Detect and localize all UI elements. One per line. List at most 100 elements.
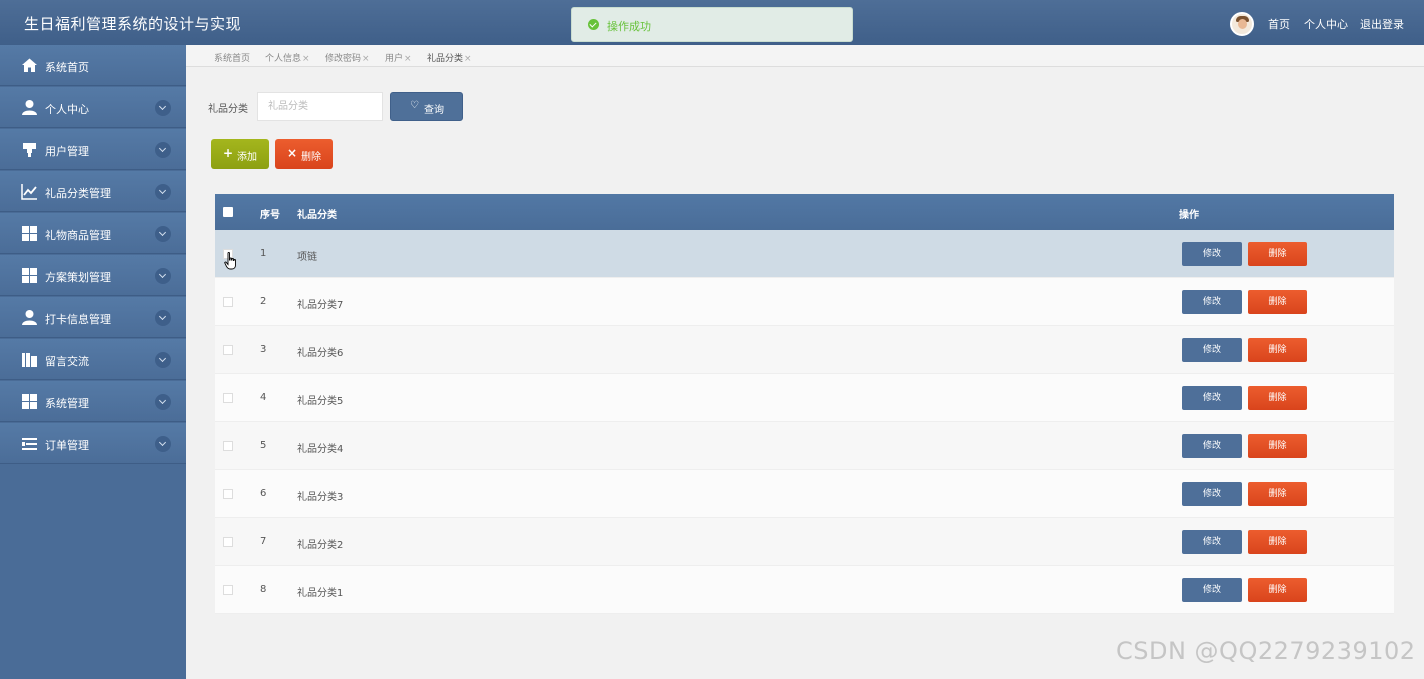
table-row: 3 礼品分类6 修改 删除 [215, 326, 1394, 374]
sidebar: 系统首页 个人中心 用户管理 礼品分类管理 礼物商品管理 方案策划管理 打卡信息… [0, 45, 186, 679]
search-input[interactable] [257, 92, 383, 121]
close-icon[interactable]: × [464, 54, 472, 64]
tab-personal-info[interactable]: 个人信息× [265, 51, 310, 64]
row-index: 7 [260, 536, 267, 547]
close-icon[interactable]: × [362, 54, 370, 64]
nav-profile-link[interactable]: 个人中心 [1304, 16, 1348, 32]
sidebar-item-home[interactable]: 系统首页 [0, 45, 186, 86]
select-all-checkbox[interactable] [223, 207, 233, 217]
tab-gift-category[interactable]: 礼品分类× [427, 51, 472, 64]
chevron-down-icon [155, 394, 171, 410]
sidebar-item-label: 系统首页 [45, 61, 89, 74]
row-index: 5 [260, 440, 267, 451]
delete-button[interactable]: 删除 [1248, 242, 1307, 266]
edit-button[interactable]: 修改 [1182, 242, 1242, 266]
avatar[interactable] [1230, 12, 1254, 36]
batch-delete-button-label: 删除 [301, 152, 321, 163]
nav-home-link[interactable]: 首页 [1268, 16, 1290, 32]
grid-icon [21, 267, 38, 284]
plus-icon: + [223, 146, 234, 160]
sidebar-item-label: 用户管理 [45, 145, 89, 158]
row-checkbox[interactable] [223, 393, 233, 403]
app-title: 生日福利管理系统的设计与实现 [24, 15, 242, 33]
row-checkbox[interactable] [223, 345, 233, 355]
table-row: 4 礼品分类5 修改 删除 [215, 374, 1394, 422]
delete-button[interactable]: 删除 [1248, 530, 1307, 554]
edit-button[interactable]: 修改 [1182, 530, 1242, 554]
row-category: 礼品分类5 [297, 396, 344, 407]
delete-button[interactable]: 删除 [1248, 290, 1307, 314]
row-index: 2 [260, 296, 267, 307]
sidebar-item-gift-category[interactable]: 礼品分类管理 [0, 171, 186, 212]
sidebar-item-checkin[interactable]: 打卡信息管理 [0, 297, 186, 338]
query-button[interactable]: ♡ 查询 [390, 92, 463, 121]
chevron-down-icon [155, 310, 171, 326]
grid-icon [21, 225, 38, 242]
batch-delete-button[interactable]: × 删除 [275, 139, 333, 169]
avatar-face [1238, 19, 1247, 29]
nav-logout-link[interactable]: 退出登录 [1360, 16, 1404, 32]
chevron-down-icon [155, 100, 171, 116]
table-row: 2 礼品分类7 修改 删除 [215, 278, 1394, 326]
sidebar-item-profile[interactable]: 个人中心 [0, 87, 186, 128]
row-checkbox[interactable] [223, 297, 233, 307]
row-category: 礼品分类3 [297, 492, 344, 503]
tab-label: 系统首页 [214, 54, 251, 64]
edit-button[interactable]: 修改 [1182, 578, 1242, 602]
delete-button[interactable]: 删除 [1248, 434, 1307, 458]
edit-button[interactable]: 修改 [1182, 386, 1242, 410]
delete-button[interactable]: 删除 [1248, 482, 1307, 506]
table-row: 7 礼品分类2 修改 删除 [215, 518, 1394, 566]
watermark: CSDN @QQ2279239102 [1116, 637, 1416, 665]
chevron-down-icon [155, 268, 171, 284]
sidebar-item-system[interactable]: 系统管理 [0, 381, 186, 422]
query-button-label: 查询 [424, 105, 444, 116]
column-header-index: 序号 [260, 210, 280, 221]
sidebar-item-label: 留言交流 [45, 355, 89, 368]
tab-label: 用户 [385, 54, 404, 64]
delete-button[interactable]: 删除 [1248, 338, 1307, 362]
tab-change-password[interactable]: 修改密码× [325, 51, 370, 64]
row-category: 礼品分类6 [297, 348, 344, 359]
row-index: 8 [260, 584, 267, 595]
row-checkbox[interactable] [223, 585, 233, 595]
sidebar-item-users[interactable]: 用户管理 [0, 129, 186, 170]
row-checkbox[interactable] [223, 537, 233, 547]
sidebar-item-label: 系统管理 [45, 397, 89, 410]
list-icon [21, 435, 38, 452]
edit-button[interactable]: 修改 [1182, 482, 1242, 506]
sidebar-item-orders[interactable]: 订单管理 [0, 423, 186, 464]
add-button[interactable]: + 添加 [211, 139, 269, 169]
sidebar-item-plan[interactable]: 方案策划管理 [0, 255, 186, 296]
tab-home[interactable]: 系统首页 [214, 51, 250, 64]
row-checkbox[interactable] [223, 441, 233, 451]
edit-button[interactable]: 修改 [1182, 338, 1242, 362]
row-category: 礼品分类1 [297, 588, 344, 599]
tab-label: 修改密码 [325, 54, 362, 64]
chevron-down-icon [155, 226, 171, 242]
row-checkbox[interactable] [223, 489, 233, 499]
tab-users[interactable]: 用户× [385, 51, 412, 64]
home-icon [21, 57, 38, 74]
chart-icon [21, 183, 38, 200]
user-icon [21, 99, 38, 116]
sidebar-item-label: 订单管理 [45, 439, 89, 452]
close-icon[interactable]: × [404, 54, 412, 64]
heart-icon: ♡ [410, 100, 419, 111]
row-category: 礼品分类4 [297, 444, 344, 455]
sidebar-item-messages[interactable]: 留言交流 [0, 339, 186, 380]
close-icon: × [287, 146, 298, 160]
row-category: 礼品分类2 [297, 540, 344, 551]
edit-button[interactable]: 修改 [1182, 434, 1242, 458]
hand-cursor-icon [224, 252, 238, 270]
table-row: 1 项链 修改 删除 [215, 230, 1394, 278]
delete-button[interactable]: 删除 [1248, 578, 1307, 602]
close-icon[interactable]: × [302, 54, 310, 64]
edit-button[interactable]: 修改 [1182, 290, 1242, 314]
delete-button[interactable]: 删除 [1248, 386, 1307, 410]
breadcrumb-tabs: 系统首页 个人信息× 修改密码× 用户× 礼品分类× [186, 45, 1424, 67]
sidebar-item-label: 礼物商品管理 [45, 229, 111, 242]
row-category: 礼品分类7 [297, 300, 344, 311]
sidebar-item-gift-goods[interactable]: 礼物商品管理 [0, 213, 186, 254]
table-header: 序号 礼品分类 操作 [215, 194, 1394, 230]
